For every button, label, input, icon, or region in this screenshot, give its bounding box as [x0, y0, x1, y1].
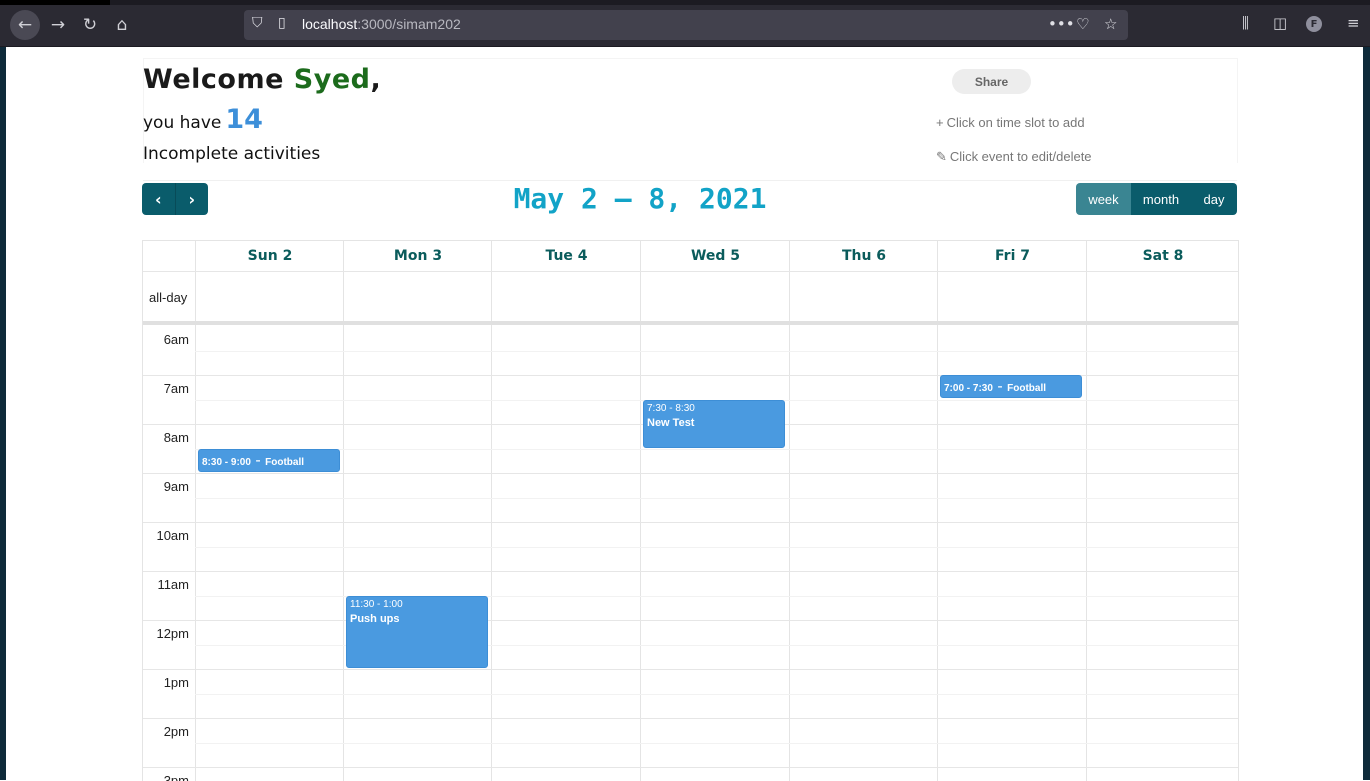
forward-icon[interactable]: →: [43, 10, 73, 40]
time-label: 12pm: [156, 626, 189, 641]
day-header-mon[interactable]: Mon 3: [343, 241, 492, 271]
more-icon[interactable]: •••: [1048, 15, 1075, 33]
event-push-ups[interactable]: 11:30 - 1:00 Push ups: [346, 596, 488, 668]
half-hour-line: [195, 743, 1238, 744]
share-button[interactable]: Share: [952, 69, 1031, 94]
desktop-edge-right: [1363, 47, 1370, 780]
time-label: 11am: [157, 577, 189, 592]
time-label: 9am: [163, 479, 189, 494]
date-nav-group: ‹ ›: [142, 183, 208, 215]
browser-tab[interactable]: [0, 0, 110, 5]
event-football-sun[interactable]: 8:30 - 9:00 - Football: [198, 449, 340, 472]
menu-icon[interactable]: ≡: [1347, 14, 1360, 32]
back-icon[interactable]: ←: [10, 10, 40, 40]
time-label: 10am: [156, 528, 189, 543]
reload-icon[interactable]: ↻: [75, 10, 105, 40]
incomplete-label: Incomplete activities: [143, 144, 321, 164]
half-hour-line: [195, 694, 1238, 695]
time-label: 8am: [163, 430, 189, 445]
prev-week-button[interactable]: ‹: [142, 183, 176, 215]
hour-line: [143, 473, 1238, 474]
event-new-test[interactable]: 7:30 - 8:30 New Test: [643, 400, 785, 448]
half-hour-line: [195, 547, 1238, 548]
url-text[interactable]: localhost:3000/simam202: [302, 16, 461, 32]
activity-count: 14: [225, 104, 263, 135]
next-week-button[interactable]: ›: [176, 183, 209, 215]
half-hour-line: [195, 351, 1238, 352]
pocket-icon[interactable]: ♡: [1076, 15, 1089, 33]
page-icon: ▯: [278, 15, 286, 31]
shield-icon[interactable]: ⛉: [252, 15, 263, 31]
day-header-sat[interactable]: Sat 8: [1086, 241, 1238, 271]
view-switcher: week month day: [1076, 183, 1237, 215]
view-month-button[interactable]: month: [1131, 183, 1191, 215]
view-day-button[interactable]: day: [1191, 183, 1237, 215]
time-label: 6am: [163, 332, 189, 347]
time-label: 7am: [163, 381, 189, 396]
browser-toolbar: ← → ↻ ⌂ ⛉ ▯ localhost:3000/simam202 ••• …: [0, 0, 1370, 47]
view-week-button[interactable]: week: [1076, 183, 1131, 215]
header-line: [143, 271, 1238, 272]
day-header-sun[interactable]: Sun 2: [195, 241, 344, 271]
week-calendar: Sun 2 Mon 3 Tue 4 Wed 5 Thu 6 Fri 7 Sat …: [142, 240, 1239, 781]
library-icon[interactable]: ⫼: [1242, 14, 1249, 32]
hour-line: [143, 571, 1238, 572]
event-football-fri[interactable]: 7:00 - 7:30 - Football: [940, 375, 1082, 398]
allday-divider: [143, 321, 1238, 325]
half-hour-line: [195, 498, 1238, 499]
hour-line: [143, 669, 1238, 670]
time-label: 2pm: [163, 724, 189, 739]
bookmark-star-icon[interactable]: ☆: [1104, 15, 1117, 33]
activity-count-line: you have 14: [143, 104, 263, 135]
day-header-fri[interactable]: Fri 7: [937, 241, 1087, 271]
header-divider: [143, 180, 1237, 181]
user-name: Syed: [293, 64, 371, 95]
day-header-tue[interactable]: Tue 4: [491, 241, 641, 271]
welcome-heading: Welcome Syed,: [143, 64, 382, 95]
day-header-wed[interactable]: Wed 5: [640, 241, 790, 271]
plus-icon: +: [936, 115, 944, 130]
sidebar-icon[interactable]: ◫: [1273, 14, 1287, 32]
desktop-edge-left: [0, 47, 6, 780]
half-hour-line: [195, 449, 1238, 450]
home-icon[interactable]: ⌂: [107, 10, 137, 40]
edit-icon: ✎: [936, 149, 947, 164]
day-header-thu[interactable]: Thu 6: [789, 241, 938, 271]
hour-line: [143, 767, 1238, 768]
date-range-title: May 2 – 8, 2021: [513, 182, 767, 215]
hour-line: [143, 620, 1238, 621]
profile-avatar[interactable]: F: [1306, 16, 1322, 32]
allday-label: all-day: [149, 290, 188, 305]
hour-line: [143, 718, 1238, 719]
edit-hint: ✎ Click event to edit/delete: [936, 149, 1092, 164]
tab-strip: [0, 0, 1370, 5]
time-label: 1pm: [163, 675, 189, 690]
hour-line: [143, 522, 1238, 523]
address-bar[interactable]: ⛉ ▯ localhost:3000/simam202 ••• ♡ ☆: [244, 10, 1128, 40]
add-hint: + Click on time slot to add: [936, 115, 1085, 130]
